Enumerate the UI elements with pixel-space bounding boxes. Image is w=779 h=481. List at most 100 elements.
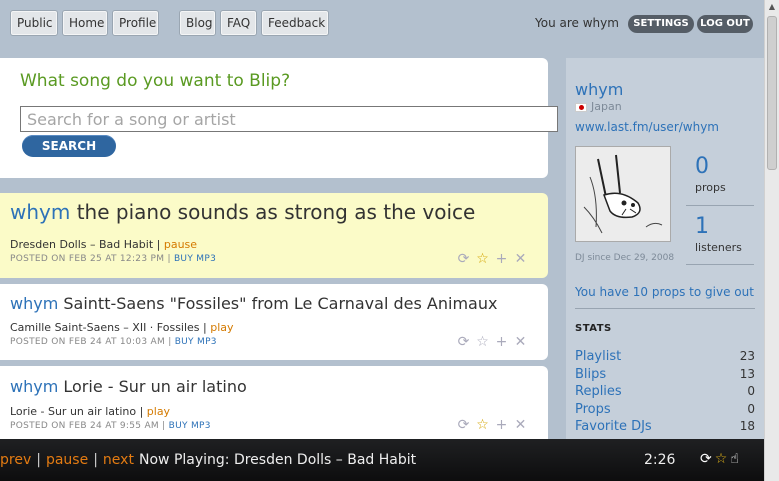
close-icon[interactable]: ✕ (513, 334, 528, 350)
star-icon[interactable]: ☆ (475, 251, 490, 267)
post-song: Lorie - Sur un air latino | play (10, 405, 171, 418)
japan-flag-icon (575, 102, 587, 112)
prev-button[interactable]: prev (0, 452, 31, 468)
nav-faq-button[interactable]: FAQ (220, 10, 257, 36)
stat-label: Blips (575, 367, 607, 382)
buy-mp3-link[interactable]: BUY MP3 (175, 337, 217, 347)
props-to-give-link[interactable]: You have 10 props to give out (575, 285, 754, 299)
stat-label: Favorite DJs (575, 419, 652, 434)
song-name: Camille Saint-Saens – XII · Fossiles (10, 321, 200, 334)
post-date: POSTED ON FEB 24 AT 10:03 AM (10, 337, 166, 347)
pause-button[interactable]: pause (46, 452, 88, 468)
post-title: whym Saintt-Saens "Fossiles" from Le Car… (10, 294, 497, 313)
star-icon[interactable]: ☆ (715, 451, 728, 467)
post-actions: ⟳ ☆ + ✕ (456, 417, 528, 433)
post-dj-link[interactable]: whym (10, 294, 58, 313)
stat-value: 0 (747, 402, 755, 416)
reblip-icon[interactable]: ⟳ (456, 417, 471, 433)
stat-row-playlist[interactable]: Playlist 23 (575, 349, 755, 366)
post-message: Saintt-Saens "Fossiles" from Le Carnaval… (63, 294, 498, 313)
player-bar: prev | pause | next Now Playing: Dresden Dol… (0, 439, 764, 481)
divider (686, 205, 754, 206)
plus-icon[interactable]: + (494, 417, 509, 433)
post-actions: ⟳ ☆ + ✕ (456, 251, 528, 267)
post-dj-link[interactable]: whym (10, 200, 70, 224)
song-name: Lorie - Sur un air latino (10, 405, 137, 418)
stat-row-favorite-djs[interactable]: Favorite DJs 18 (575, 419, 755, 436)
divider (686, 264, 754, 265)
post-dj-link[interactable]: whym (10, 377, 58, 396)
pause-link[interactable]: pause (164, 238, 197, 251)
post-date: POSTED ON FEB 24 AT 9:55 AM (10, 421, 159, 431)
blip-post: whym Saintt-Saens "Fossiles" from Le Car… (0, 284, 548, 360)
search-panel: What song do you want to Blip? SEARCH (0, 58, 558, 178)
nav-feedback-button[interactable]: Feedback (261, 10, 329, 36)
separator: | (36, 452, 41, 468)
search-button[interactable]: SEARCH (22, 135, 116, 157)
player-time: 2:26 (644, 452, 676, 468)
scroll-thumb[interactable] (767, 16, 777, 170)
user-greeting: You are whym (535, 16, 619, 30)
nav-blog-button[interactable]: Blog (179, 10, 216, 36)
play-link[interactable]: play (147, 405, 170, 418)
separator: | (93, 452, 98, 468)
close-icon[interactable]: ✕ (513, 251, 528, 267)
buy-mp3-link[interactable]: BUY MP3 (169, 421, 211, 431)
next-button[interactable]: next (103, 452, 134, 468)
reblip-icon[interactable]: ⟳ (700, 451, 712, 467)
blip-post: whym Lorie - Sur un air latino Lorie - S… (0, 366, 548, 446)
play-link[interactable]: play (210, 321, 233, 334)
buy-mp3-link[interactable]: BUY MP3 (174, 254, 216, 264)
reblip-icon[interactable]: ⟳ (456, 334, 471, 350)
blip-post: whym the piano sounds as strong as the v… (0, 193, 548, 278)
post-meta: POSTED ON FEB 25 AT 12:23 PM | BUY MP3 (10, 254, 217, 264)
post-meta: POSTED ON FEB 24 AT 10:03 AM | BUY MP3 (10, 337, 217, 347)
song-name: Dresden Dolls – Bad Habit (10, 238, 154, 251)
stat-row-blips[interactable]: Blips 13 (575, 367, 755, 384)
plus-icon[interactable]: + (494, 251, 509, 267)
profile-name-link[interactable]: whym (575, 80, 623, 99)
plus-icon[interactable]: + (494, 334, 509, 350)
stat-row-replies[interactable]: Replies 0 (575, 384, 755, 401)
avatar (575, 146, 671, 242)
search-heading: What song do you want to Blip? (20, 71, 291, 91)
lastfm-link[interactable]: www.last.fm/user/whym (575, 120, 719, 134)
thumb-up-icon[interactable]: ☝ (730, 451, 739, 467)
props-label: props (695, 181, 726, 194)
nav-public-button[interactable]: Public (10, 10, 58, 36)
stat-value: 18 (739, 419, 755, 433)
listeners-count[interactable]: 1 (695, 214, 709, 239)
stat-value: 23 (739, 349, 755, 363)
player-controls: prev | pause | next (0, 452, 134, 468)
now-playing-text: Now Playing: Dresden Dolls – Bad Habit (139, 452, 417, 468)
settings-button[interactable]: SETTINGS (628, 15, 694, 33)
post-title: whym the piano sounds as strong as the v… (10, 200, 475, 224)
listeners-label: listeners (695, 241, 742, 254)
top-nav-bar: Public Home Profile Blog FAQ Feedback Yo… (0, 0, 764, 46)
stat-label: Replies (575, 384, 622, 399)
post-meta: POSTED ON FEB 24 AT 9:55 AM | BUY MP3 (10, 421, 211, 431)
post-message: the piano sounds as strong as the voice (76, 200, 476, 224)
vertical-scrollbar[interactable]: ▲ (764, 0, 779, 481)
star-icon[interactable]: ☆ (475, 334, 490, 350)
post-song: Camille Saint-Saens – XII · Fossiles | p… (10, 321, 234, 334)
stat-value: 13 (739, 367, 755, 381)
stat-label: Props (575, 402, 611, 417)
nav-home-button[interactable]: Home (62, 10, 108, 36)
stat-label: Playlist (575, 349, 622, 364)
star-icon[interactable]: ☆ (475, 417, 490, 433)
player-actions: ⟳ ☆ ☝ (700, 451, 739, 467)
nav-profile-button[interactable]: Profile (112, 10, 159, 36)
close-icon[interactable]: ✕ (513, 417, 528, 433)
stats-heading: STATS (575, 323, 612, 334)
search-input[interactable] (20, 106, 558, 132)
post-song: Dresden Dolls – Bad Habit | pause (10, 238, 198, 251)
logout-button[interactable]: LOG OUT (697, 15, 753, 33)
reblip-icon[interactable]: ⟳ (456, 251, 471, 267)
divider (575, 308, 755, 309)
stat-row-props[interactable]: Props 0 (575, 402, 755, 419)
props-count[interactable]: 0 (695, 154, 709, 179)
post-message: Lorie - Sur un air latino (63, 377, 247, 396)
scroll-up-arrow-icon[interactable]: ▲ (765, 0, 779, 14)
post-date: POSTED ON FEB 25 AT 12:23 PM (10, 254, 165, 264)
